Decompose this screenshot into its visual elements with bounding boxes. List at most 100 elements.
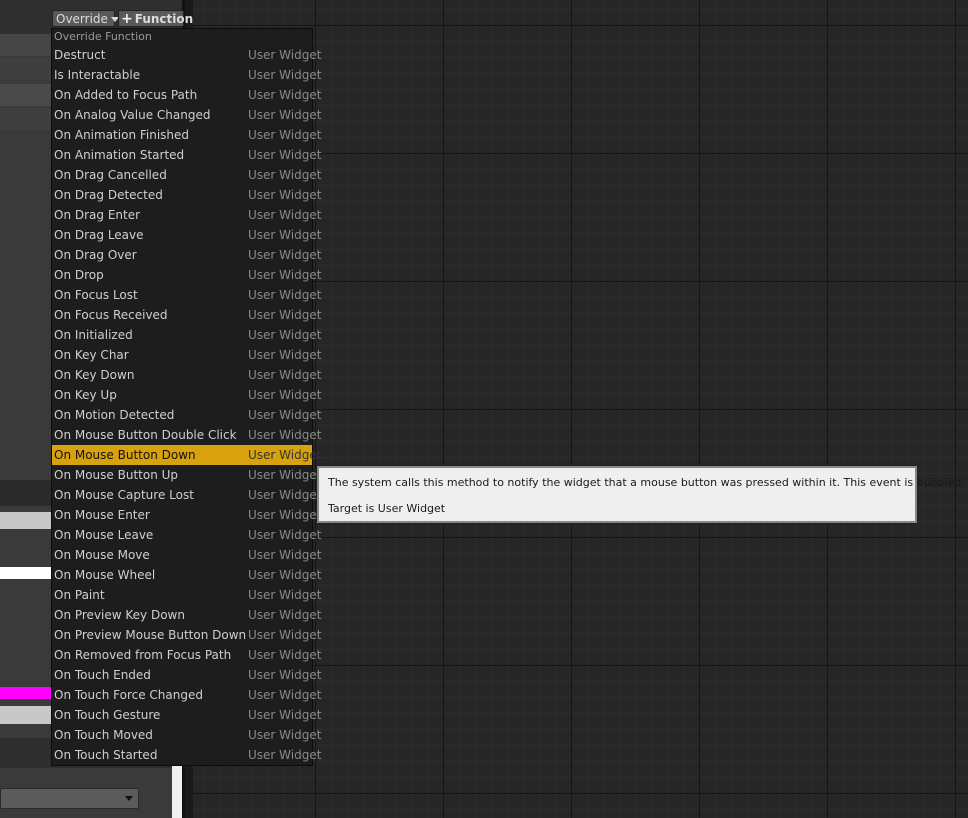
menu-item-name: On Mouse Leave <box>54 528 154 542</box>
menu-item[interactable]: On Mouse Button Up User Widget <box>52 465 321 485</box>
menu-item-category: User Widget <box>248 128 322 142</box>
menu-item[interactable]: On Focus Received User Widget <box>52 305 321 325</box>
add-function-button[interactable]: + Function <box>118 10 193 27</box>
menu-item[interactable]: On Touch Gesture User Widget <box>52 705 321 725</box>
menu-item-category: User Widget <box>248 228 322 242</box>
menu-item-category: User Widget <box>248 528 322 542</box>
menu-item[interactable]: On Touch Force Changed User Widget <box>52 685 321 705</box>
menu-item-name: On Mouse Move <box>54 548 150 562</box>
menu-item[interactable]: On Drag Enter User Widget <box>52 205 321 225</box>
menu-item-category: User Widget <box>248 208 322 222</box>
menu-item-name: On Drag Over <box>54 248 137 262</box>
menu-item-name: On Focus Lost <box>54 288 138 302</box>
menu-item[interactable]: On Animation Started User Widget <box>52 145 321 165</box>
menu-item[interactable]: On Removed from Focus Path User Widget <box>52 645 321 665</box>
menu-item-category: User Widget <box>248 448 322 462</box>
menu-item-name: On Mouse Wheel <box>54 568 156 582</box>
menu-item-category: User Widget <box>248 408 322 422</box>
menu-item-category: User Widget <box>248 548 322 562</box>
menu-item-name: On Touch Force Changed <box>54 688 203 702</box>
menu-item-name: On Touch Moved <box>54 728 153 742</box>
menu-item-category: User Widget <box>248 88 322 102</box>
menu-item-category: User Widget <box>248 608 322 622</box>
menu-item-category: User Widget <box>248 248 322 262</box>
menu-item[interactable]: On Mouse Capture Lost User Widget <box>52 485 321 505</box>
menu-item[interactable]: On Key Down User Widget <box>52 365 321 385</box>
menu-item-name: On Analog Value Changed <box>54 108 211 122</box>
menu-item[interactable]: On Initialized User Widget <box>52 325 321 345</box>
menu-item-category: User Widget <box>248 288 322 302</box>
menu-item[interactable]: On Animation Finished User Widget <box>52 125 321 145</box>
menu-item-name: On Mouse Enter <box>54 508 150 522</box>
menu-item-category: User Widget <box>248 48 322 62</box>
tooltip: The system calls this method to notify t… <box>317 466 965 523</box>
menu-item[interactable]: On Mouse Move User Widget <box>52 545 321 565</box>
menu-item[interactable]: On Paint User Widget <box>52 585 321 605</box>
menu-item-category: User Widget <box>248 68 322 82</box>
menu-item-category: User Widget <box>248 428 322 442</box>
menu-item-category: User Widget <box>248 648 322 662</box>
menu-item[interactable]: On Drag Cancelled User Widget <box>52 165 321 185</box>
menu-item-name: On Mouse Button Up <box>54 468 179 482</box>
menu-item[interactable]: On Mouse Button Double Click User Widget <box>52 425 321 445</box>
menu-item[interactable]: On Touch Moved User Widget <box>52 725 321 745</box>
menu-item-name: On Preview Key Down <box>54 608 185 622</box>
menu-item-name: On Key Char <box>54 348 129 362</box>
menu-item[interactable]: On Touch Started User Widget <box>52 745 321 765</box>
menu-item-category: User Widget <box>248 708 322 722</box>
menu-item-category: User Widget <box>248 728 322 742</box>
menu-item-name: On Drag Cancelled <box>54 168 167 182</box>
bottom-dropdown[interactable] <box>0 788 139 809</box>
menu-item[interactable]: On Drag Over User Widget <box>52 245 321 265</box>
menu-item-name: On Mouse Capture Lost <box>54 488 194 502</box>
scrollbar-track[interactable] <box>172 760 182 818</box>
menu-item[interactable]: Is Interactable User Widget <box>52 65 321 85</box>
menu-item-name: On Preview Mouse Button Down <box>54 628 247 642</box>
menu-item-category: User Widget <box>248 188 322 202</box>
menu-item[interactable]: On Mouse Enter User Widget <box>52 505 321 525</box>
menu-item-name: On Touch Gesture <box>54 708 161 722</box>
menu-item[interactable]: On Focus Lost User Widget <box>52 285 321 305</box>
menu-item[interactable]: On Drag Leave User Widget <box>52 225 321 245</box>
menu-item-name: On Motion Detected <box>54 408 175 422</box>
plus-icon: + <box>121 11 133 27</box>
menu-item-name: On Touch Started <box>54 748 158 762</box>
menu-item-category: User Widget <box>248 668 322 682</box>
menu-item[interactable]: On Drop User Widget <box>52 265 321 285</box>
menu-item[interactable]: On Added to Focus Path User Widget <box>52 85 321 105</box>
menu-item-list: Destruct User Widget Is Interactable User W… <box>52 45 321 765</box>
menu-item-name: On Initialized <box>54 328 133 342</box>
override-button[interactable]: Override <box>52 10 119 27</box>
menu-item-category: User Widget <box>248 488 322 502</box>
menu-item[interactable]: Destruct User Widget <box>52 45 321 65</box>
menu-item-name: On Drag Enter <box>54 208 141 222</box>
menu-item-category: User Widget <box>248 588 322 602</box>
override-button-label: Override <box>56 12 108 26</box>
menu-item[interactable]: On Mouse Button Down User Widget <box>52 445 321 465</box>
menu-item[interactable]: On Key Up User Widget <box>52 385 321 405</box>
menu-item-name: On Touch Ended <box>54 668 151 682</box>
menu-item[interactable]: On Mouse Wheel User Widget <box>52 565 321 585</box>
menu-item[interactable]: On Key Char User Widget <box>52 345 321 365</box>
menu-item[interactable]: On Motion Detected User Widget <box>52 405 321 425</box>
menu-item-name: Is Interactable <box>54 68 141 82</box>
menu-item[interactable]: On Preview Key Down User Widget <box>52 605 321 625</box>
menu-item[interactable]: On Mouse Leave User Widget <box>52 525 321 545</box>
override-function-menu: Override Function Destruct User Widget Is … <box>51 28 321 766</box>
menu-item-category: User Widget <box>248 568 322 582</box>
add-function-button-label: Function <box>134 12 194 26</box>
tooltip-target: Target is User Widget <box>328 502 446 515</box>
menu-item-name: On Mouse Button Down <box>54 448 196 462</box>
menu-item-name: On Mouse Button Double Click <box>54 428 237 442</box>
menu-item-category: User Widget <box>248 108 322 122</box>
menu-item[interactable]: On Touch Ended User Widget <box>52 665 321 685</box>
menu-item[interactable]: On Analog Value Changed User Widget <box>52 105 321 125</box>
menu-item-name: On Animation Finished <box>54 128 190 142</box>
menu-item-category: User Widget <box>248 468 322 482</box>
menu-item[interactable]: On Preview Mouse Button Down User Widget <box>52 625 321 645</box>
menu-item-name: On Removed from Focus Path <box>54 648 232 662</box>
menu-item-name: On Drop <box>54 268 104 282</box>
menu-item-name: On Key Down <box>54 368 135 382</box>
tooltip-description: The system calls this method to notify t… <box>328 476 965 489</box>
menu-item[interactable]: On Drag Detected User Widget <box>52 185 321 205</box>
